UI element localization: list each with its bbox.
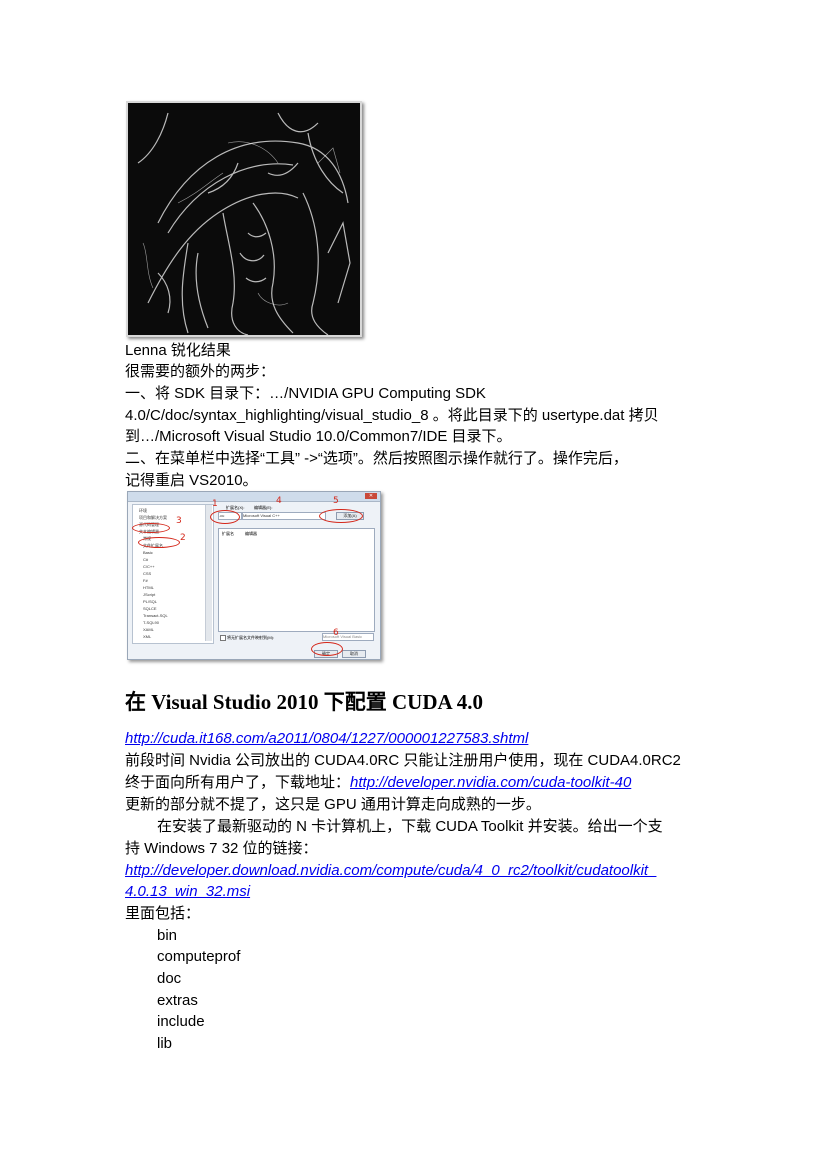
- annotation-number: 5: [333, 496, 339, 506]
- tree-item: 项目和解决方案: [139, 515, 167, 520]
- tree-item: XML: [143, 634, 152, 639]
- body-line-5: 持 Windows 7 32 位的链接：: [125, 840, 318, 857]
- col-ext-header: 扩展名: [222, 531, 234, 536]
- list-item: lib: [157, 1035, 173, 1052]
- msi-link-line-2: 4.0.13_win_32.msi: [125, 881, 250, 903]
- tree-item: 环境: [139, 508, 147, 513]
- download-prefix: 终于面向所有用户了，下载地址：: [125, 774, 351, 791]
- dialog-titlebar: ✕: [128, 492, 380, 502]
- editor-label: 编辑器(E):: [254, 505, 273, 510]
- annotation-number: 3: [176, 516, 182, 526]
- tree-item: Basic: [143, 550, 153, 555]
- annotation-circle: [319, 509, 363, 523]
- article-link-line: http://cuda.it168.com/a2011/0804/1227/00…: [125, 728, 528, 750]
- annotation-circle: [138, 537, 180, 548]
- section-heading: 在 Visual Studio 2010 下配置 CUDA 4.0: [125, 690, 484, 714]
- body-line-1: 前段时间 Nvidia 公司放出的 CUDA4.0RC 只能让注册用户使用，现在…: [125, 752, 681, 769]
- tree-scrollbar: [205, 505, 212, 641]
- msi-link-line-1: http://developer.download.nvidia.com/com…: [125, 860, 656, 882]
- options-dialog-screenshot: ✕ 环境 项目和解决方案 源代码管理 文本编辑器 常规 文件扩展名 Basic …: [127, 491, 381, 660]
- article-link[interactable]: http://cuda.it168.com/a2011/0804/1227/00…: [125, 730, 528, 747]
- lenna-sharpened-image: [126, 101, 362, 337]
- tree-item: Transact-SQL: [143, 613, 168, 618]
- list-item: bin: [157, 927, 178, 944]
- tree-item: F#: [143, 578, 148, 583]
- tree-item: PL/SQL: [143, 599, 158, 604]
- list-item: include: [157, 1013, 205, 1030]
- annotation-number: 4: [276, 496, 282, 506]
- tree-item: C/C++: [143, 564, 155, 569]
- list-item: extras: [157, 992, 198, 1009]
- annotation-circle: [210, 510, 240, 524]
- annotation-circle: [311, 642, 343, 656]
- step-two-line2: 记得重启 VS2010。: [125, 472, 258, 489]
- body-line-4: 在安装了最新驱动的 N 卡计算机上，下载 CUDA Toolkit 并安装。给出…: [157, 818, 663, 835]
- list-item: computeprof: [157, 948, 241, 965]
- document-page: Lenna 锐化结果 很需要的额外的两步： 一、将 SDK 目录下：…/NVID…: [0, 0, 827, 1169]
- extension-list: 扩展名 编辑器: [218, 528, 375, 632]
- body-line-2: 终于面向所有用户了，下载地址：http://developer.nvidia.c…: [125, 772, 631, 794]
- msi-download-link-cont[interactable]: 4.0.13_win_32.msi: [125, 883, 250, 900]
- msi-download-link[interactable]: http://developer.download.nvidia.com/com…: [125, 862, 656, 879]
- step-one-line2: 4.0/C/doc/syntax_highlighting/visual_stu…: [125, 407, 659, 424]
- annotation-number: 6: [333, 628, 339, 638]
- checkbox-label: 将无扩展名文件映射到(M):: [227, 635, 275, 640]
- annotation-circle: [132, 523, 170, 533]
- tree-item: SQLCE: [143, 606, 157, 611]
- tree-item: C#: [143, 557, 149, 562]
- tree-item: JScript: [143, 592, 156, 597]
- list-item: doc: [157, 970, 182, 987]
- step-two-line1: 二、在菜单栏中选择“工具” ->“选项”。然后按照图示操作就行了。操作完后，: [125, 450, 628, 467]
- lenna-caption: Lenna 锐化结果: [125, 342, 231, 359]
- cancel-button: 取消: [342, 650, 366, 658]
- tree-item: T-SQL90: [143, 620, 160, 625]
- map-select: Microsoft Visual Basic: [322, 633, 374, 641]
- map-checkbox: [220, 635, 226, 641]
- close-icon: ✕: [365, 493, 377, 499]
- annotation-number: 1: [212, 499, 218, 509]
- toolkit-download-link[interactable]: http://developer.nvidia.com/cuda-toolkit…: [350, 774, 631, 791]
- col-editor-header: 编辑器: [245, 531, 257, 536]
- tree-item: CSS: [143, 571, 152, 576]
- annotation-number: 2: [180, 533, 186, 543]
- body-line-3: 更新的部分就不提了，这只是 GPU 通用计算走向成熟的一步。: [125, 796, 541, 813]
- step-one-line1: 一、将 SDK 目录下：…/NVIDIA GPU Computing SDK: [125, 385, 486, 402]
- dialog-right-panel: 扩展名(X): 编辑器(E): .cu Microsoft Visual C++…: [218, 504, 376, 658]
- contents-intro: 里面包括：: [125, 905, 201, 922]
- tree-item: HTML: [143, 585, 154, 590]
- editor-select: Microsoft Visual C++: [242, 512, 326, 520]
- steps-intro: 很需要的额外的两步：: [125, 363, 276, 380]
- tree-item: XAML: [143, 627, 154, 632]
- lenna-edge-drawing: [137, 112, 351, 335]
- step-one-line3: 到…/Microsoft Visual Studio 10.0/Common7/…: [125, 428, 512, 445]
